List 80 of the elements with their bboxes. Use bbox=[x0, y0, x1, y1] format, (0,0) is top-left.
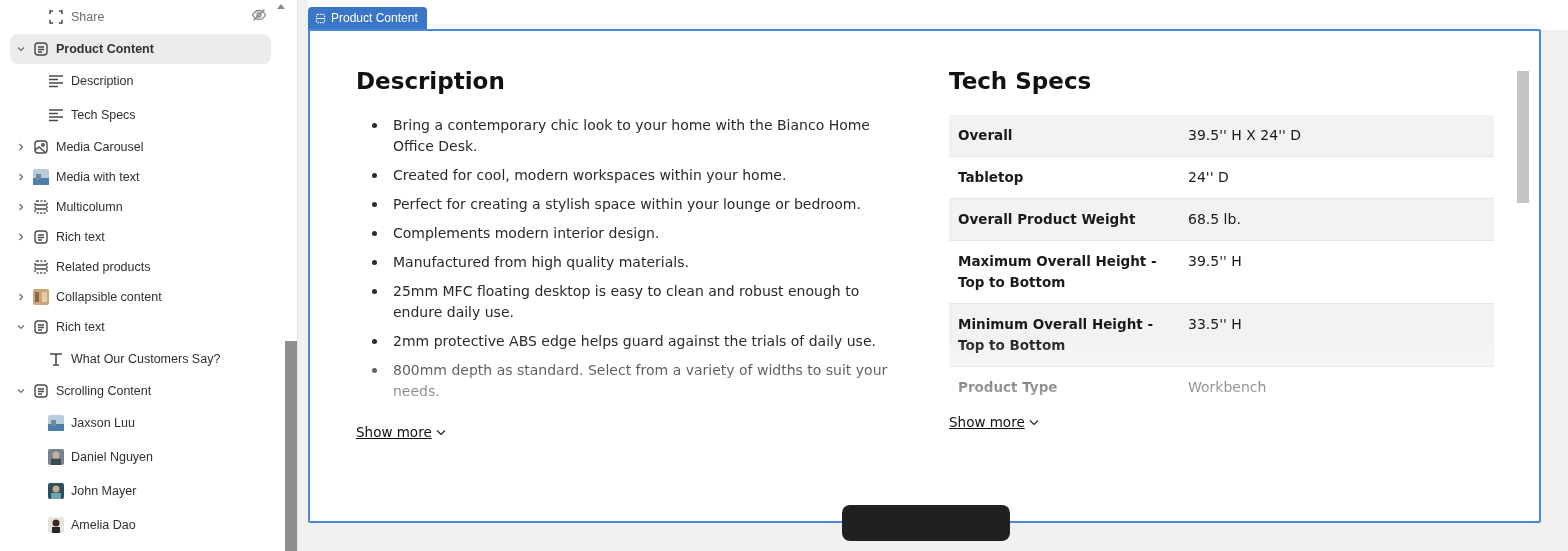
layer-item[interactable]: John Mayer bbox=[10, 474, 271, 508]
document-icon bbox=[33, 41, 49, 57]
layer-item[interactable]: Related products bbox=[10, 252, 271, 282]
layer-item[interactable]: Description bbox=[10, 64, 271, 98]
section-heading: Tech Specs bbox=[949, 67, 1093, 96]
spec-name: Minimum Overall Height - Top to Bottom bbox=[949, 303, 1179, 367]
section-heading: Description bbox=[356, 67, 506, 96]
layer-item[interactable]: Scrolling Content bbox=[10, 376, 271, 406]
bullet-icon bbox=[372, 173, 377, 178]
layer-item[interactable]: Daniel Nguyen bbox=[10, 440, 271, 474]
spec-value: 33.5'' H bbox=[1179, 303, 1494, 367]
bullet-icon bbox=[372, 260, 377, 265]
frame-label-text: Product Content bbox=[331, 11, 418, 25]
spec-name: Overall bbox=[949, 115, 1179, 157]
thumbnail-icon bbox=[33, 169, 49, 185]
frame-corners-icon bbox=[48, 9, 64, 25]
layer-item[interactable]: Tech Specs bbox=[10, 98, 271, 132]
chevron-icon[interactable] bbox=[16, 172, 26, 182]
list-text: Created for cool, modern workspaces within your home. bbox=[393, 166, 787, 185]
chevron-icon[interactable] bbox=[16, 386, 26, 396]
layer-item[interactable]: Amelia Dao bbox=[10, 508, 271, 542]
chevron-icon[interactable] bbox=[16, 142, 26, 152]
spec-value: 24'' D bbox=[1179, 156, 1494, 199]
layer-item[interactable]: Collapsible content bbox=[10, 282, 271, 312]
eye-off-icon[interactable] bbox=[251, 7, 267, 23]
list-text: 2mm protective ABS edge helps guard against the trials of daily use. bbox=[393, 332, 876, 351]
text-lines-icon bbox=[48, 73, 64, 89]
chevron-icon[interactable] bbox=[16, 292, 26, 302]
thumbnail-icon bbox=[48, 415, 64, 431]
layer-item[interactable]: Jaxson Luu bbox=[10, 406, 271, 440]
scrollbar-thumb[interactable] bbox=[285, 341, 297, 551]
layer-item[interactable]: What Our Customers Say? bbox=[10, 342, 271, 376]
chevron-icon[interactable] bbox=[16, 232, 26, 242]
layer-item[interactable]: Rich text bbox=[10, 312, 271, 342]
show-more-link[interactable]: Show more bbox=[949, 414, 1039, 430]
list-text: 800mm depth as standard. Select from a variety of widths to suit your needs. bbox=[393, 361, 889, 401]
chevron-icon[interactable] bbox=[16, 44, 26, 54]
spec-value: 39.5'' H bbox=[1179, 240, 1494, 304]
chevron-down-icon bbox=[1028, 418, 1039, 426]
layer-item[interactable]: Media with text bbox=[10, 162, 271, 192]
bullet-icon bbox=[372, 339, 377, 344]
list-text: Complements modern interior design. bbox=[393, 224, 660, 243]
spec-value: 68.5 lb. bbox=[1179, 198, 1494, 241]
layer-item[interactable]: Share bbox=[10, 0, 271, 34]
spec-name: Overall Product Weight bbox=[949, 198, 1179, 241]
columns-icon bbox=[33, 259, 49, 275]
layer-item[interactable]: Media Carousel bbox=[10, 132, 271, 162]
list-text: Manufactured from high quality materials. bbox=[393, 253, 689, 272]
list-text: 25mm MFC floating desktop is easy to clean and robust enough to endure daily use. bbox=[393, 282, 861, 322]
spec-name: Maximum Overall Height - Top to Bottom bbox=[949, 240, 1179, 304]
list-text: Bring a contemporary chic look to your home with the Bianco Home Office Desk. bbox=[393, 116, 871, 156]
chevron-icon[interactable] bbox=[16, 322, 26, 332]
layer-item[interactable]: Product Content bbox=[10, 34, 271, 64]
text-lines-icon bbox=[48, 107, 64, 123]
list-text: Perfect for creating a stylish space within your lounge or bedroom. bbox=[393, 195, 861, 214]
layer-item[interactable]: Rich text bbox=[10, 222, 271, 252]
thumbnail-icon bbox=[48, 517, 64, 533]
layer-item[interactable]: Multicolumn bbox=[10, 192, 271, 222]
document-icon bbox=[33, 319, 49, 335]
thumbnail-icon bbox=[48, 483, 64, 499]
bullet-icon bbox=[372, 368, 377, 373]
image-icon bbox=[33, 139, 49, 155]
show-more-link[interactable]: Show more bbox=[356, 424, 446, 440]
columns-icon bbox=[315, 12, 326, 24]
spec-value: 39.5'' H X 24'' D bbox=[1179, 115, 1494, 157]
document-icon bbox=[33, 229, 49, 245]
chevron-down-icon bbox=[435, 428, 446, 436]
document-icon bbox=[33, 383, 49, 399]
scrollbar-thumb[interactable] bbox=[1517, 71, 1529, 203]
thumbnail-icon bbox=[33, 289, 49, 305]
chevron-icon[interactable] bbox=[16, 202, 26, 212]
bullet-icon bbox=[372, 231, 377, 236]
scroll-up-icon[interactable] bbox=[277, 3, 285, 9]
text-type-icon bbox=[48, 351, 64, 367]
bullet-icon bbox=[372, 289, 377, 294]
columns-icon bbox=[33, 199, 49, 215]
bullet-icon bbox=[372, 123, 377, 128]
thumbnail-icon bbox=[48, 449, 64, 465]
spec-name: Tabletop bbox=[949, 156, 1179, 199]
bullet-icon bbox=[372, 202, 377, 207]
